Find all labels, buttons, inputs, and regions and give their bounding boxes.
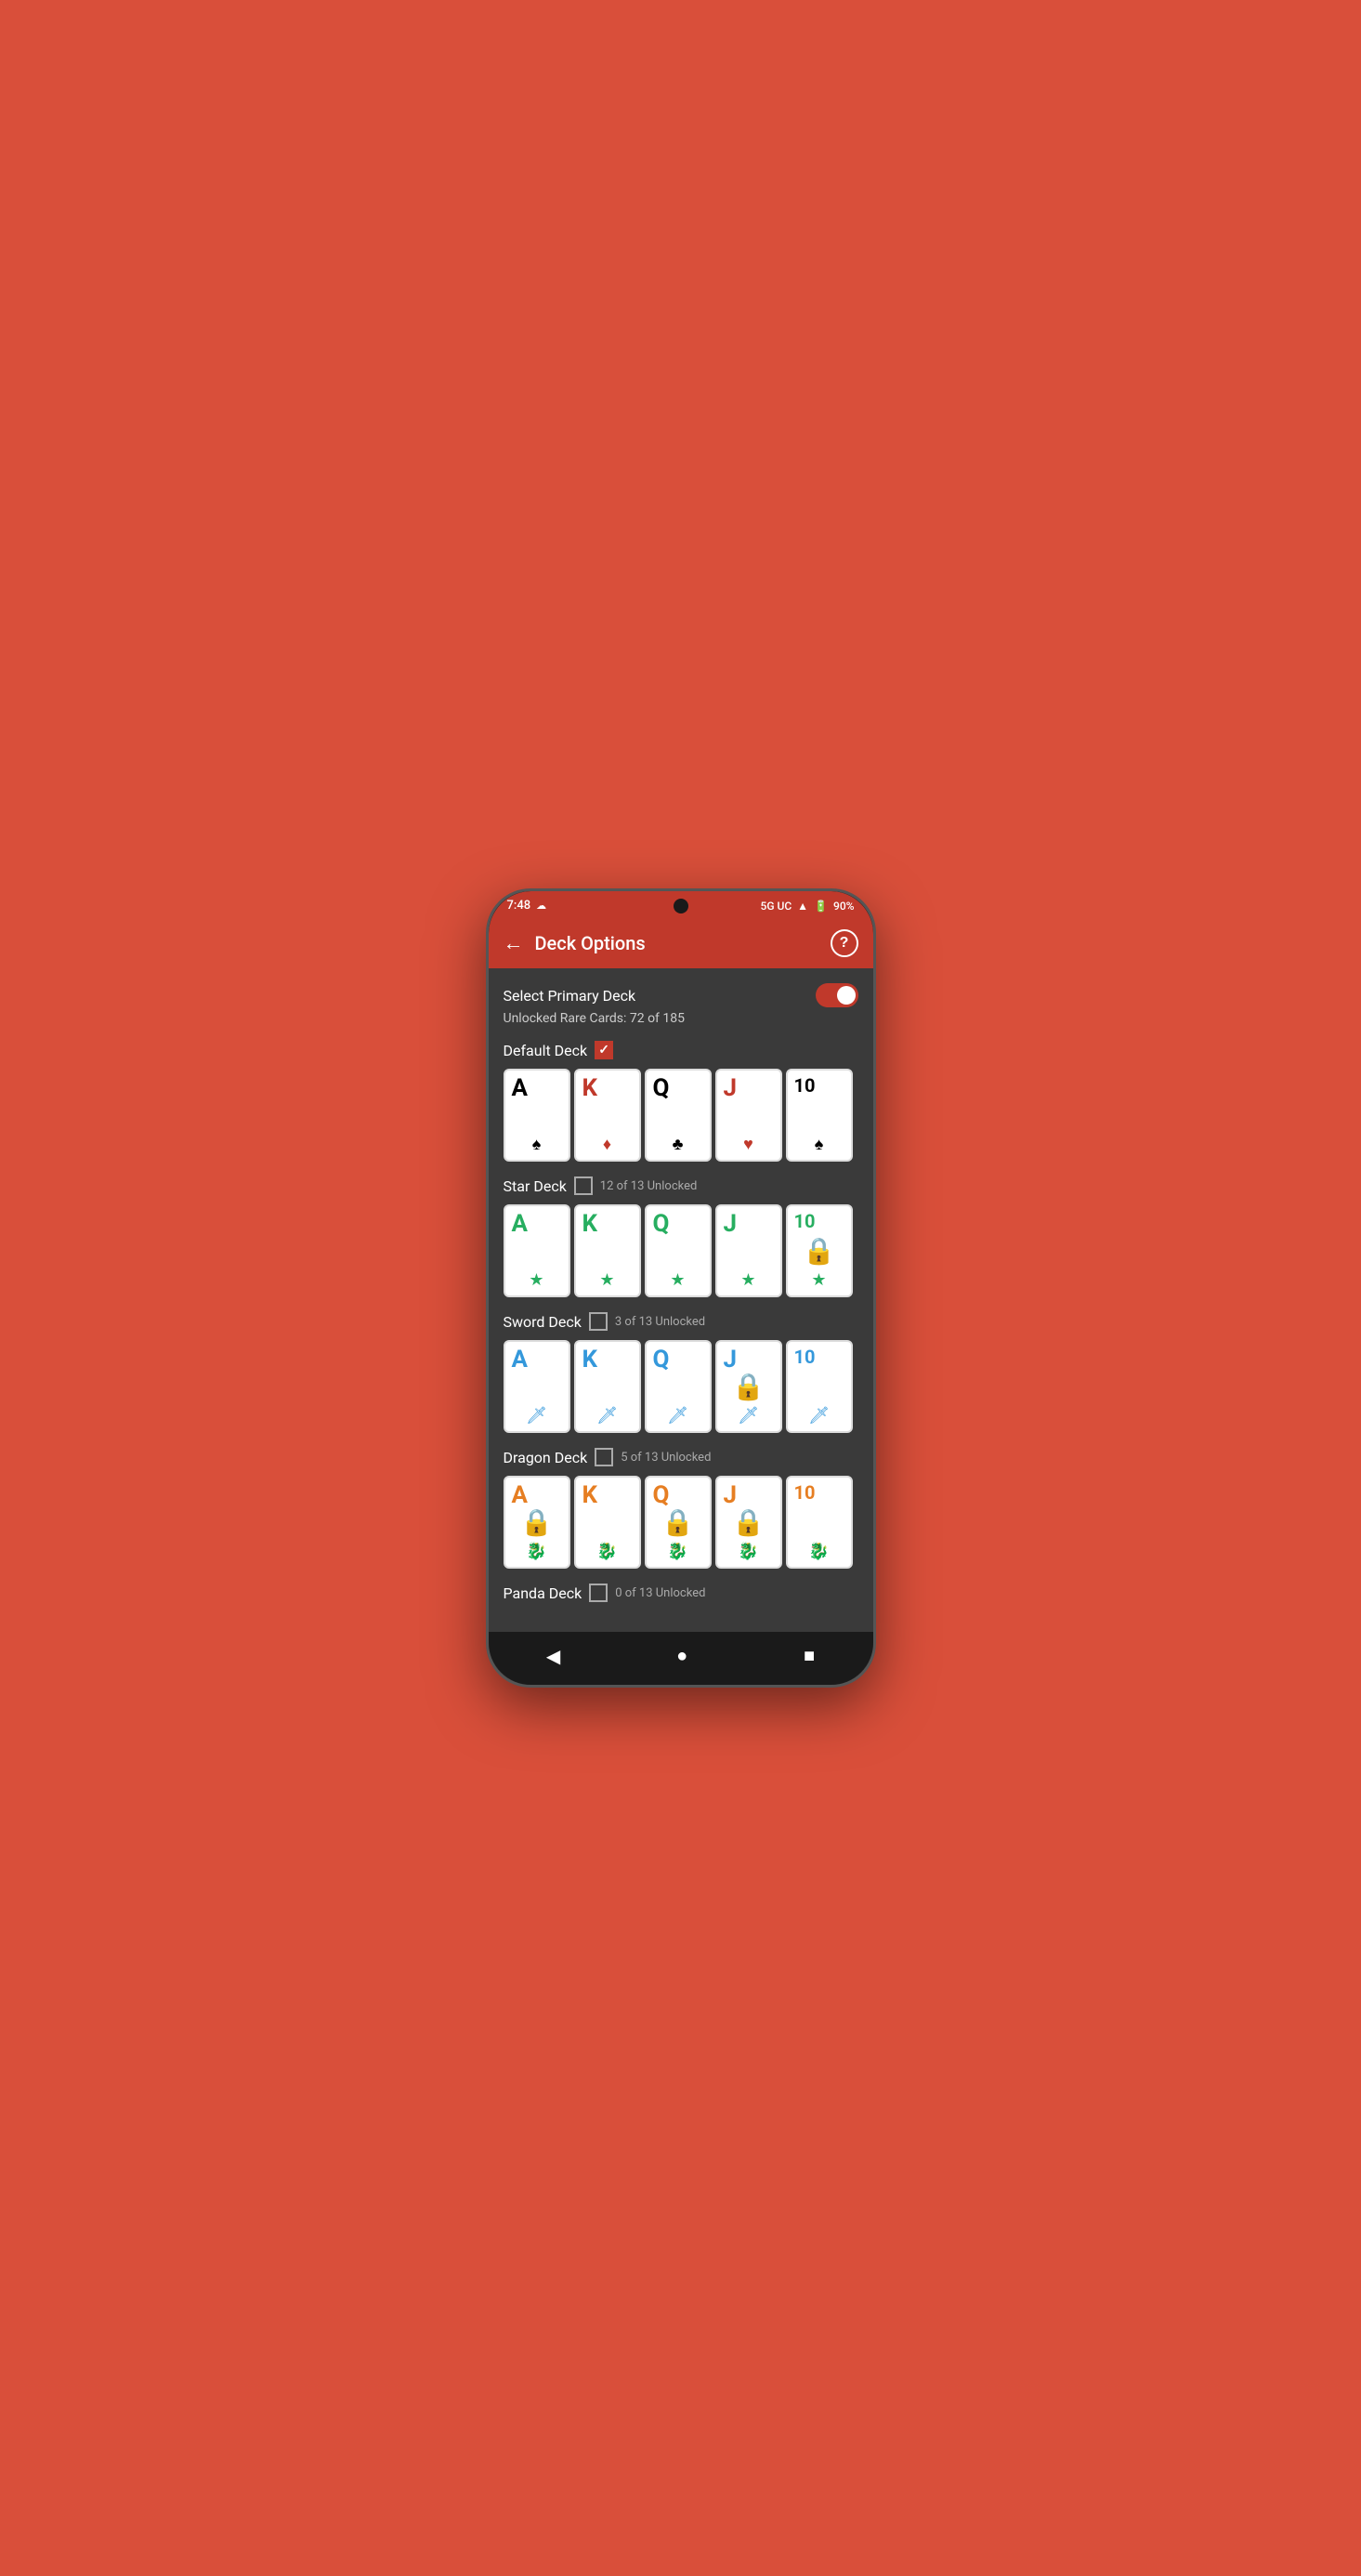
deck-checkbox[interactable] bbox=[589, 1312, 608, 1331]
battery-icon: 🔋 bbox=[814, 900, 828, 913]
nav-square-button[interactable]: ■ bbox=[785, 1642, 833, 1671]
camera-notch bbox=[674, 899, 688, 913]
playing-card: A 🗡 bbox=[504, 1340, 570, 1433]
deck-checkbox[interactable] bbox=[574, 1176, 593, 1195]
primary-deck-toggle[interactable] bbox=[816, 983, 858, 1007]
playing-card: K ♦ bbox=[574, 1069, 641, 1162]
back-button[interactable]: ← bbox=[504, 933, 524, 953]
nav-back-button[interactable]: ◀ bbox=[528, 1641, 579, 1672]
playing-card: Q 🗡 bbox=[645, 1340, 712, 1433]
battery-level: 90% bbox=[833, 900, 854, 913]
deck-header: Star Deck 12 of 13 Unlocked bbox=[504, 1176, 858, 1195]
playing-card: J ♥ bbox=[715, 1069, 782, 1162]
unlocked-rare-cards-label: Unlocked Rare Cards: 72 of 185 bbox=[504, 1011, 858, 1026]
playing-card: 10 🐉 bbox=[786, 1476, 853, 1569]
network-status: 5G UC bbox=[761, 900, 792, 913]
deck-unlock-count: 3 of 13 Unlocked bbox=[615, 1315, 705, 1329]
cards-row: A 🔒 🐉 K 🐉 Q 🔒 🐉 J � bbox=[504, 1476, 858, 1569]
deck-header: Panda Deck 0 of 13 Unlocked bbox=[504, 1584, 858, 1602]
deck-unlock-count: 12 of 13 Unlocked bbox=[600, 1179, 698, 1193]
phone-frame: 7:48 ☁ 5G UC ▲ 🔋 90% ← Deck Options ? Se… bbox=[486, 888, 876, 1688]
deck-name: Star Deck bbox=[504, 1177, 567, 1195]
deck-section-default-deck: Default Deck A ♠ K ♦ Q ♣ bbox=[504, 1041, 858, 1162]
deck-unlock-count: 0 of 13 Unlocked bbox=[615, 1586, 705, 1600]
playing-card: K ★ bbox=[574, 1204, 641, 1297]
deck-section-dragon-deck: Dragon Deck 5 of 13 Unlocked A 🔒 🐉 K 🐉 Q … bbox=[504, 1448, 858, 1569]
signal-icon: ▲ bbox=[797, 900, 808, 913]
deck-name: Sword Deck bbox=[504, 1313, 582, 1331]
playing-card: K 🗡 bbox=[574, 1340, 641, 1433]
app-bar: ← Deck Options ? bbox=[489, 918, 873, 968]
nav-home-button[interactable]: ● bbox=[658, 1642, 706, 1671]
primary-deck-row: Select Primary Deck bbox=[504, 983, 858, 1007]
deck-header: Sword Deck 3 of 13 Unlocked bbox=[504, 1312, 858, 1331]
playing-card: 10 🔒 ★ bbox=[786, 1204, 853, 1297]
deck-section-sword-deck: Sword Deck 3 of 13 Unlocked A 🗡 K 🗡 Q 🗡 bbox=[504, 1312, 858, 1433]
deck-name: Panda Deck bbox=[504, 1584, 582, 1602]
deck-header: Dragon Deck 5 of 13 Unlocked bbox=[504, 1448, 858, 1466]
playing-card: 10 🗡 bbox=[786, 1340, 853, 1433]
deck-section-star-deck: Star Deck 12 of 13 Unlocked A ★ K ★ Q ★ bbox=[504, 1176, 858, 1297]
deck-name: Default Deck bbox=[504, 1042, 588, 1059]
playing-card: J ★ bbox=[715, 1204, 782, 1297]
cards-row: A ★ K ★ Q ★ J bbox=[504, 1204, 858, 1297]
status-time: 7:48 bbox=[507, 899, 531, 913]
cards-row: A ♠ K ♦ Q ♣ J bbox=[504, 1069, 858, 1162]
playing-card: Q ♣ bbox=[645, 1069, 712, 1162]
playing-card: K 🐉 bbox=[574, 1476, 641, 1569]
cards-row: A 🗡 K 🗡 Q 🗡 J 🔒 bbox=[504, 1340, 858, 1433]
playing-card: Q 🔒 🐉 bbox=[645, 1476, 712, 1569]
playing-card: 10 ♠ bbox=[786, 1069, 853, 1162]
decks-container: Default Deck A ♠ K ♦ Q ♣ bbox=[504, 1041, 858, 1602]
playing-card: J 🔒 🐉 bbox=[715, 1476, 782, 1569]
deck-checkbox[interactable] bbox=[595, 1041, 613, 1059]
deck-section-panda-deck: Panda Deck 0 of 13 Unlocked bbox=[504, 1584, 858, 1602]
deck-header: Default Deck bbox=[504, 1041, 858, 1059]
deck-unlock-count: 5 of 13 Unlocked bbox=[621, 1451, 711, 1465]
playing-card: Q ★ bbox=[645, 1204, 712, 1297]
deck-checkbox[interactable] bbox=[589, 1584, 608, 1602]
deck-checkbox[interactable] bbox=[595, 1448, 613, 1466]
bottom-nav: ◀ ● ■ bbox=[489, 1632, 873, 1685]
main-content: Select Primary Deck Unlocked Rare Cards:… bbox=[489, 968, 873, 1632]
deck-name: Dragon Deck bbox=[504, 1449, 588, 1466]
page-title: Deck Options bbox=[535, 932, 646, 954]
cloud-icon: ☁ bbox=[536, 900, 546, 912]
playing-card: J 🔒 🗡 bbox=[715, 1340, 782, 1433]
primary-deck-label: Select Primary Deck bbox=[504, 987, 636, 1005]
help-button[interactable]: ? bbox=[831, 929, 858, 957]
playing-card: A 🔒 🐉 bbox=[504, 1476, 570, 1569]
playing-card: A ★ bbox=[504, 1204, 570, 1297]
playing-card: A ♠ bbox=[504, 1069, 570, 1162]
